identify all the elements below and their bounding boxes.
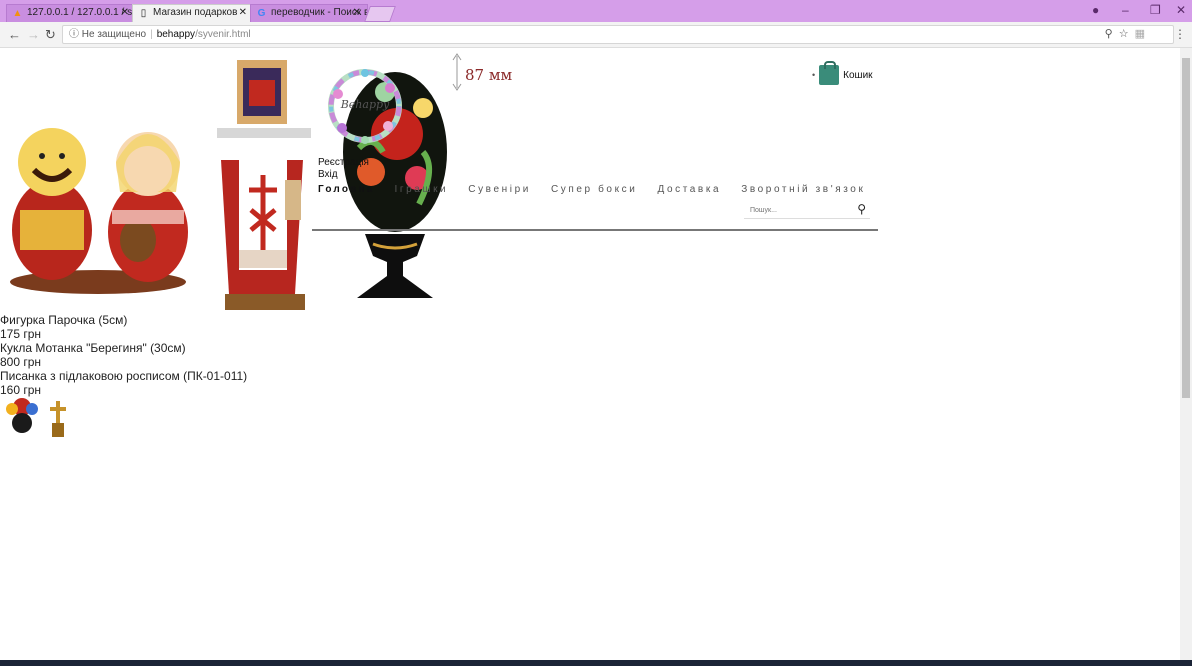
back-icon[interactable]: ← xyxy=(8,27,21,42)
close-icon[interactable]: ✕ xyxy=(353,5,361,21)
profile-icon[interactable]: ● xyxy=(1092,3,1099,17)
close-icon[interactable]: ✕ xyxy=(239,5,247,21)
product-image-motanka-doll[interactable] xyxy=(199,50,329,310)
search-icon[interactable]: ⚲ xyxy=(857,202,866,216)
product-image-figurines[interactable] xyxy=(0,100,196,310)
nav-feedback[interactable]: Зворотній зв'язок xyxy=(741,184,865,195)
minimize-icon[interactable]: – xyxy=(1122,3,1129,17)
page-icon: ▯ xyxy=(140,8,147,19)
restore-icon[interactable]: ❐ xyxy=(1150,3,1161,17)
register-link[interactable]: Реєстрація xyxy=(318,157,369,169)
search-box: ⚲ xyxy=(744,201,870,219)
cart-link[interactable]: • Кошик xyxy=(812,61,873,85)
reload-icon[interactable]: ↻ xyxy=(45,27,56,43)
tab-title: Магазин подарков xyxy=(153,7,238,18)
product-name-figurines[interactable]: Фигурка Парочка (5см) xyxy=(0,313,1180,327)
scrollbar-thumb[interactable] xyxy=(1182,58,1190,398)
main-nav: Головна Іграшки Сувеніри Супер бокси Дос… xyxy=(318,184,865,195)
browser-tab-shop[interactable]: ▯ Магазин подарков ✕ xyxy=(132,4,254,22)
browser-tab-google[interactable]: G переводчик - Поиск в G ✕ xyxy=(250,4,368,22)
nav-delivery[interactable]: Доставка xyxy=(657,184,721,195)
nav-souvenirs[interactable]: Сувеніри xyxy=(468,184,531,195)
product-image-cross-next[interactable] xyxy=(47,401,69,437)
forward-icon[interactable]: → xyxy=(27,27,40,42)
omnibox-icons: ⚲☆▦ xyxy=(1105,26,1151,43)
product-price-painted-egg: 160 грн xyxy=(0,383,42,397)
address-separator: | xyxy=(150,29,153,40)
google-icon: G xyxy=(257,8,266,19)
zoom-icon[interactable]: ⚲ xyxy=(1105,28,1119,40)
address-path: /syvenir.html xyxy=(195,29,251,40)
page-scrollbar[interactable] xyxy=(1180,48,1192,660)
nav-toys[interactable]: Іграшки xyxy=(395,184,449,195)
product-price-figurines: 175 грн xyxy=(0,327,42,341)
product-name-motanka-doll[interactable]: Кукла Мотанка "Берегиня" (30см) xyxy=(0,341,1180,355)
product-price-motanka-doll: 800 грн xyxy=(0,355,42,369)
header-divider xyxy=(312,229,878,231)
security-label: Не защищено xyxy=(81,29,147,40)
address-host: behappy xyxy=(156,29,196,40)
auth-links: Реєстрація Вхід xyxy=(318,157,369,181)
product-image-doll-next[interactable] xyxy=(0,397,44,437)
browser-tab-phpmyadmin[interactable]: ▲ 127.0.0.1 / 127.0.0.1 / sh ✕ xyxy=(6,4,136,22)
site-logo[interactable]: Behappy xyxy=(320,64,410,148)
close-window-icon[interactable]: ✕ xyxy=(1176,3,1186,17)
os-taskbar xyxy=(0,660,1192,666)
search-input[interactable] xyxy=(744,202,844,219)
cart-label: Кошик xyxy=(843,69,873,81)
nav-super-boxes[interactable]: Супер бокси xyxy=(551,184,638,195)
new-tab-button[interactable] xyxy=(364,6,396,22)
address-bar[interactable]: ⓘ Не защищено | behappy/syvenir.html ⚲☆▦ xyxy=(62,25,1174,44)
shopping-bag-icon xyxy=(819,61,840,85)
extension-icon[interactable]: ▦ xyxy=(1135,28,1151,40)
login-link[interactable]: Вхід xyxy=(318,169,369,181)
browser-tab-strip: ▲ 127.0.0.1 / 127.0.0.1 / sh ✕ ▯ Магазин… xyxy=(0,0,1192,22)
browser-toolbar: ← → ↻ ⓘ Не защищено | behappy/syvenir.html… xyxy=(0,22,1192,48)
product-name-painted-egg[interactable]: Писанка з підлаковою росписом (ПК-01-011… xyxy=(0,369,1180,383)
page-content: Behappy Реєстрація Вхід • Кошик Головна … xyxy=(0,48,1180,660)
bookmark-star-icon[interactable]: ☆ xyxy=(1119,28,1135,40)
logo-text: Behappy xyxy=(340,98,390,111)
phpmyadmin-icon: ▲ xyxy=(12,8,23,19)
browser-menu-icon[interactable]: ⋮ xyxy=(1174,27,1186,41)
cart-bullet: • xyxy=(812,70,816,80)
size-badge: 87 мм xyxy=(465,66,513,84)
info-icon[interactable]: ⓘ xyxy=(69,29,79,40)
close-icon[interactable]: ✕ xyxy=(121,5,129,21)
nav-home[interactable]: Головна xyxy=(318,184,375,195)
